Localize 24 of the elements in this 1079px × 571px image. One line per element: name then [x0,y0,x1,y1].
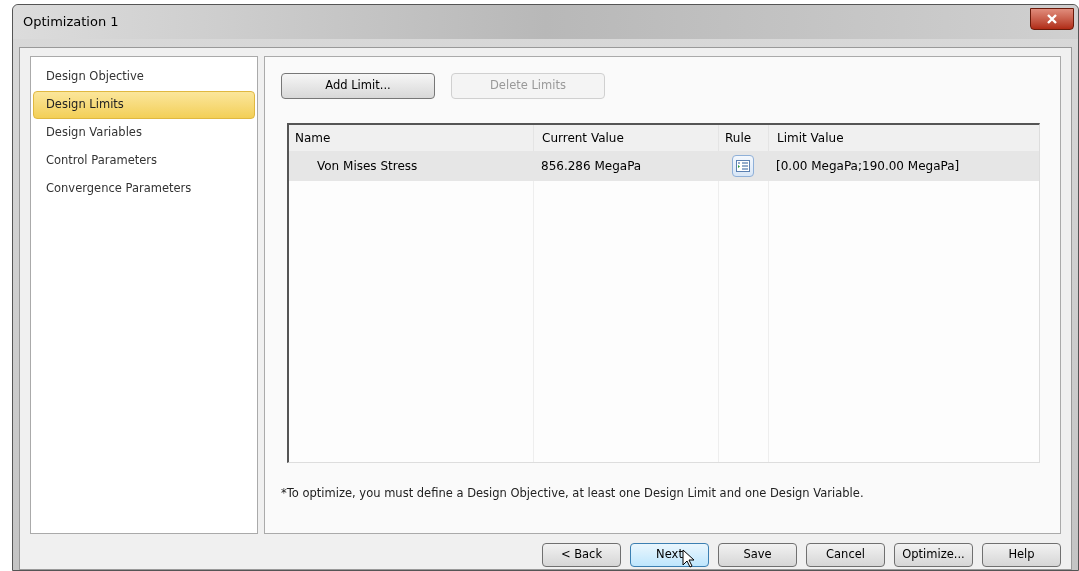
mouse-pointer-icon [682,549,694,568]
table-cell-text: Von Mises Stress [317,158,418,175]
dialog-button[interactable]: Next [630,543,709,567]
table-row[interactable]: Von Mises Stress 856.286 MegaPa [0.00 MegaPa;190.00 MegaPa] [289,151,1039,181]
sidebar-item[interactable]: Convergence Parameters [33,175,255,203]
table-cell-text: 856.286 MegaPa [541,158,642,175]
sidebar-item[interactable]: Design Limits [33,91,255,119]
rule-button[interactable] [732,155,754,177]
requirement-note: *To optimize, you must define a Design Objective, at least one Design Limit and one Design Variable. [281,485,865,502]
close-button[interactable] [1030,8,1074,30]
table-cell-text: [0.00 MegaPa;190.00 MegaPa] [776,158,960,175]
dialog-button[interactable]: Help [982,543,1061,567]
close-icon [1047,14,1057,24]
dialog-button[interactable]: Optimize... [894,543,973,567]
column-header[interactable]: Name [289,125,533,151]
sidebar-item[interactable]: Design Variables [33,119,255,147]
dialog-button[interactable]: Cancel [806,543,885,567]
dialog-button[interactable]: < Back [542,543,621,567]
window-title: Optimization 1 [23,13,119,32]
sidebar-item[interactable]: Design Objective [33,63,255,91]
dialog-button[interactable]: Save [718,543,797,567]
add-limit-button[interactable]: Add Limit... [281,73,435,99]
list-icon [736,160,750,172]
sidebar-item[interactable]: Control Parameters [33,147,255,175]
